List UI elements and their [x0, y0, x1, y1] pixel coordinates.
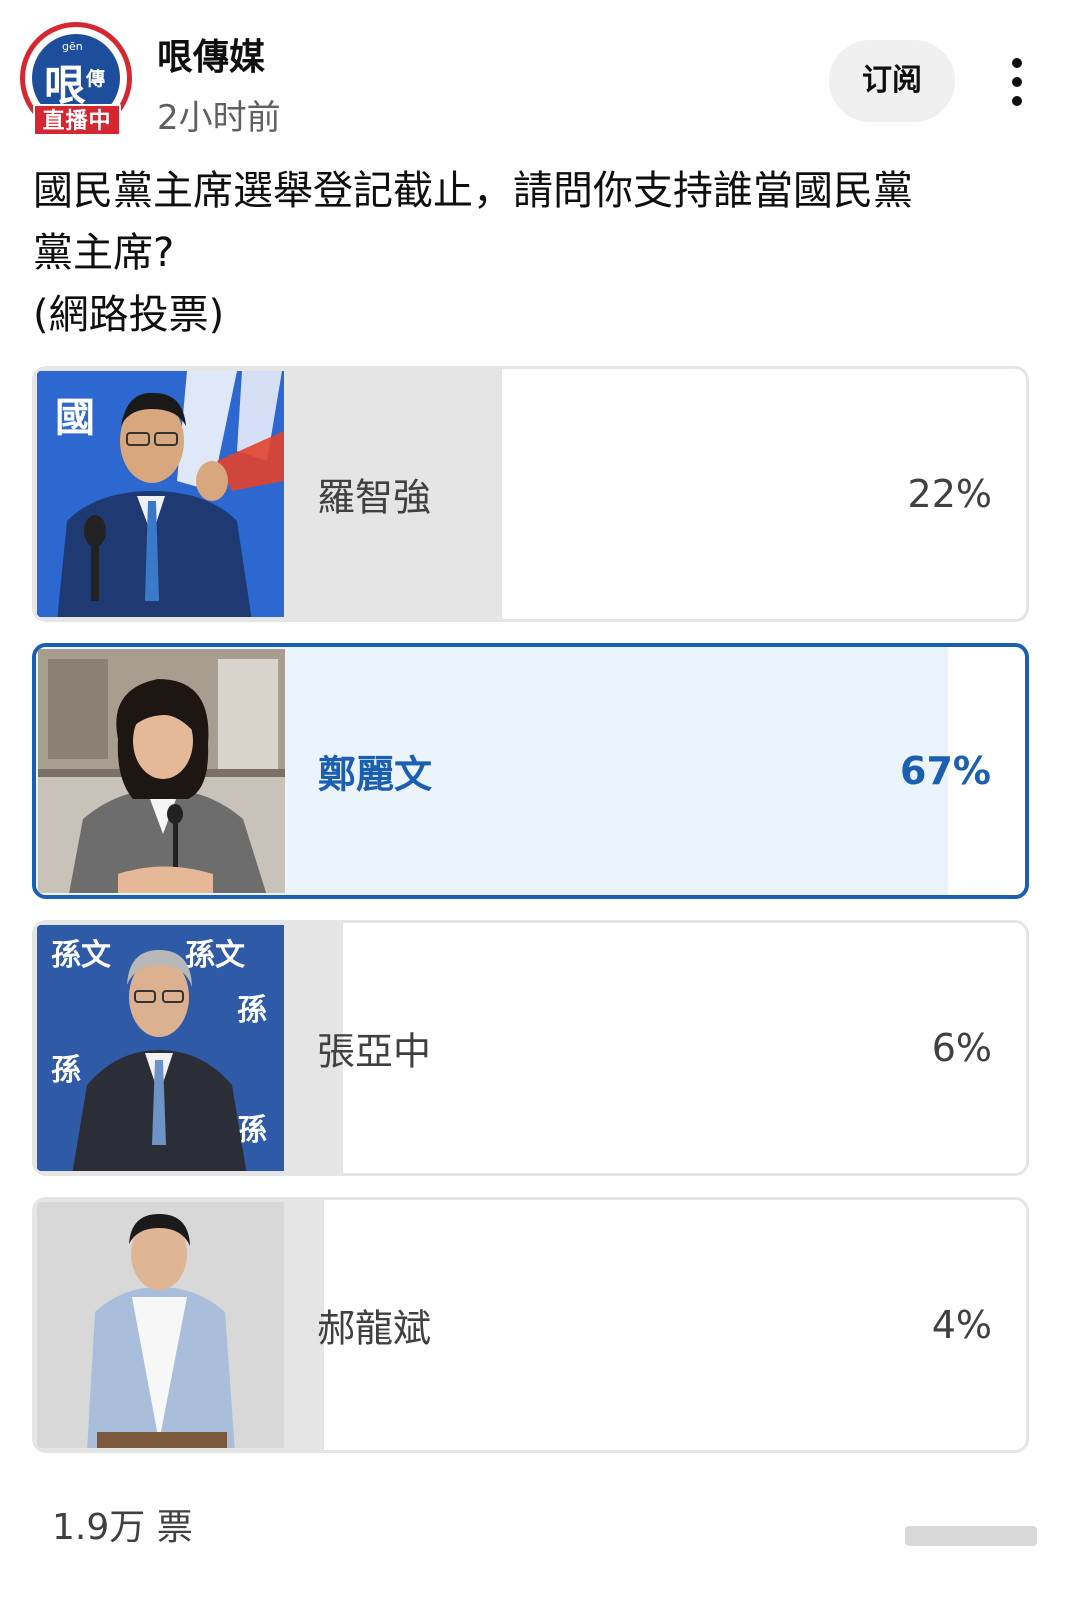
svg-text:孫: 孫: [237, 993, 267, 1028]
live-badge: 直播中: [33, 104, 121, 136]
candidate-photo: 孫文 孫文 孫 孫 孫: [37, 925, 284, 1171]
logo-side-text: 傳: [86, 68, 106, 90]
vote-percentage: 6%: [931, 1026, 992, 1070]
candidate-name: 郝龍斌: [317, 1306, 432, 1351]
poll-question-line: 國民黨主席選舉登記截止，請問你支持誰當國民黨: [33, 168, 913, 214]
post-timestamp: 2小时前: [157, 98, 281, 138]
more-vertical-icon[interactable]: [1000, 52, 1036, 112]
more-dot: [1012, 58, 1022, 68]
more-dot: [1012, 96, 1022, 106]
poll-question: 國民黨主席選舉登記截止，請問你支持誰當國民黨 黨主席? (網路投票): [33, 160, 1033, 346]
poll-question-line: 黨主席?: [33, 230, 175, 276]
vote-percentage: 67%: [900, 749, 991, 793]
poll-option[interactable]: 國 羅智強 22%: [32, 366, 1029, 622]
post-header: gēn 哏 傳 直播中 哏傳媒 2小时前 订阅: [0, 0, 1080, 150]
poll-question-subtitle: (網路投票): [33, 292, 225, 338]
channel-avatar[interactable]: gēn 哏 傳 直播中: [20, 22, 138, 140]
more-dot: [1012, 77, 1022, 87]
poll-option[interactable]: 郝龍斌 4%: [32, 1197, 1029, 1453]
candidate-name: 張亞中: [317, 1029, 432, 1074]
candidate-name: 鄭麗文: [318, 752, 433, 797]
svg-text:孫文: 孫文: [51, 938, 111, 973]
candidate-name: 羅智強: [317, 475, 432, 520]
total-vote-count: 1.9万 票: [52, 1507, 193, 1548]
vote-percentage: 22%: [907, 472, 992, 516]
candidate-photo: [37, 1202, 284, 1448]
poll-option[interactable]: 鄭麗文 67%: [32, 643, 1029, 899]
candidate-photo: 國: [37, 371, 284, 617]
watermark: [905, 1520, 1037, 1552]
subscribe-button[interactable]: 订阅: [829, 40, 955, 122]
candidate-photo: [38, 649, 285, 893]
channel-name[interactable]: 哏傳媒: [157, 28, 265, 80]
vote-percentage: 4%: [931, 1303, 992, 1347]
svg-text:孫文: 孫文: [185, 938, 245, 973]
svg-text:孫: 孫: [51, 1053, 81, 1088]
poll-option[interactable]: 孫文 孫文 孫 孫 孫 張亞中 6%: [32, 920, 1029, 1176]
watermark-bar: [905, 1526, 1037, 1546]
svg-text:國: 國: [55, 395, 95, 441]
